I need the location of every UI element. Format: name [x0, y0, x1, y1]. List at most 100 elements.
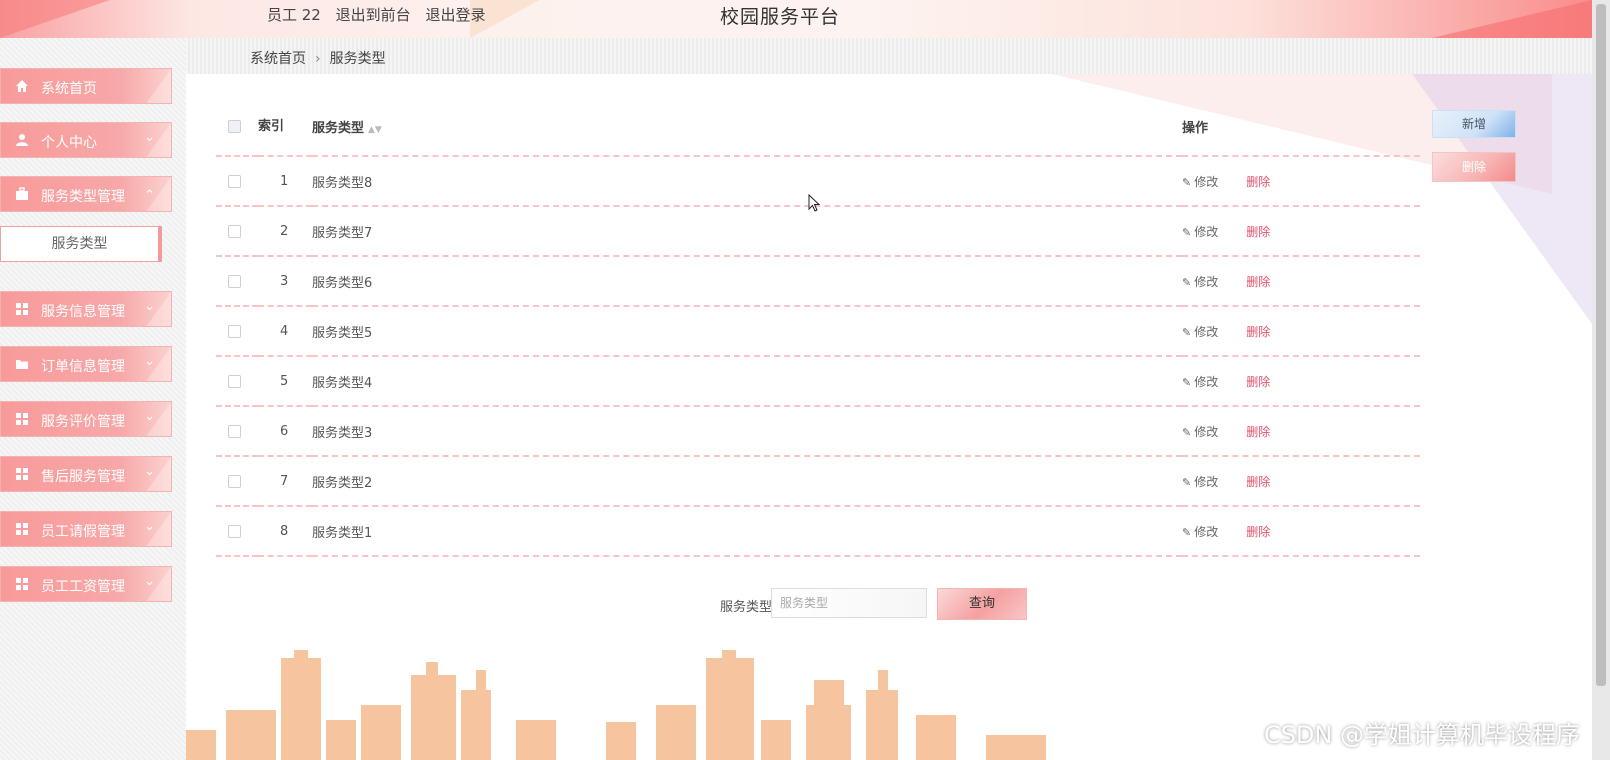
edit-button-label: 修改	[1194, 524, 1219, 539]
row-service-type-name: 服务类型4	[312, 375, 373, 391]
top-header: 员工 22 退出到前台 退出登录 校园服务平台	[0, 0, 1592, 38]
delete-button[interactable]: 删除	[1246, 525, 1270, 539]
row-index: 1	[280, 173, 289, 189]
edit-button-label: 修改	[1194, 274, 1219, 289]
grid-icon	[15, 412, 29, 426]
edit-button[interactable]: ✎ 修改	[1182, 325, 1218, 339]
home-icon	[15, 79, 29, 93]
column-header-seq: 索引	[258, 118, 285, 134]
sidebar-item-service-info-mgmt[interactable]: 服务信息管理 ⌄	[0, 291, 172, 327]
row-actions: ✎ 修改 删除	[1182, 306, 1420, 356]
row-service-type-name: 服务类型3	[312, 425, 373, 441]
row-index: 4	[280, 323, 289, 339]
edit-button[interactable]: ✎ 修改	[1182, 375, 1218, 389]
sidebar-item-label: 员工工资管理	[41, 579, 125, 595]
service-type-table-wrap: 索引 服务类型 ▲▼ 操作 1 服务类型8 ✎ 修改 删除 2 服务类型7 ✎ 修改 删除 3 服务类型…	[216, 98, 1420, 557]
add-button[interactable]: 新增	[1432, 110, 1516, 138]
delete-button[interactable]: 删除	[1246, 325, 1270, 339]
header-decoration	[1432, 0, 1592, 38]
row-select-cell	[216, 306, 258, 356]
service-type-search-input[interactable]	[771, 588, 927, 618]
row-select-cell	[216, 206, 258, 256]
row-actions: ✎ 修改 删除	[1182, 156, 1420, 206]
edit-button-label: 修改	[1194, 224, 1219, 239]
sidebar-item-profile[interactable]: 个人中心 ⌄	[0, 122, 172, 158]
row-checkbox[interactable]	[228, 424, 241, 438]
row-index: 5	[280, 373, 289, 389]
row-checkbox[interactable]	[228, 324, 241, 338]
select-all-cell	[216, 98, 258, 156]
chevron-down-icon: ⌄	[144, 299, 155, 314]
delete-button[interactable]: 删除	[1246, 275, 1270, 289]
chevron-down-icon: ⌄	[144, 409, 155, 424]
row-actions: ✎ 修改 删除	[1182, 456, 1420, 506]
row-index: 8	[280, 523, 289, 539]
search-label: 服务类型	[720, 600, 773, 615]
edit-button[interactable]: ✎ 修改	[1182, 175, 1218, 189]
grid-icon	[15, 467, 29, 481]
current-user-label: 员工 22	[267, 6, 321, 24]
select-all-checkbox[interactable]	[228, 120, 241, 133]
sidebar-item-service-review-mgmt[interactable]: 服务评价管理 ⌄	[0, 401, 172, 437]
row-checkbox[interactable]	[228, 524, 241, 538]
edit-button[interactable]: ✎ 修改	[1182, 425, 1218, 439]
logout-link[interactable]: 退出登录	[425, 6, 485, 24]
search-button[interactable]: 查询	[937, 588, 1027, 620]
briefcase-icon	[15, 187, 29, 201]
row-actions: ✎ 修改 删除	[1182, 356, 1420, 406]
user-icon	[15, 133, 29, 147]
row-select-cell	[216, 506, 258, 556]
delete-button[interactable]: 删除	[1246, 175, 1270, 189]
batch-delete-button[interactable]: 删除	[1432, 152, 1516, 182]
edit-button-label: 修改	[1194, 424, 1219, 439]
delete-button[interactable]: 删除	[1246, 475, 1270, 489]
go-to-front-link[interactable]: 退出到前台	[336, 6, 411, 24]
delete-button[interactable]: 删除	[1246, 375, 1270, 389]
sidebar-subitem-service-type[interactable]: 服务类型	[0, 226, 162, 262]
edit-icon: ✎	[1182, 225, 1192, 239]
chevron-down-icon: ⌄	[144, 354, 155, 369]
row-index: 2	[280, 223, 289, 239]
edit-button-label: 修改	[1194, 174, 1219, 189]
sidebar-item-staff-leave-mgmt[interactable]: 员工请假管理 ⌄	[0, 511, 172, 547]
edit-button[interactable]: ✎ 修改	[1182, 225, 1218, 239]
row-select-cell	[216, 456, 258, 506]
row-checkbox[interactable]	[228, 274, 241, 288]
row-select-cell	[216, 356, 258, 406]
edit-button[interactable]: ✎ 修改	[1182, 475, 1218, 489]
mouse-cursor-icon	[808, 194, 820, 212]
edit-button-label: 修改	[1194, 474, 1219, 489]
sidebar-item-after-sales-mgmt[interactable]: 售后服务管理 ⌄	[0, 456, 172, 492]
scrollbar-thumb[interactable]	[1596, 4, 1606, 686]
row-checkbox[interactable]	[228, 224, 241, 238]
row-checkbox[interactable]	[228, 174, 241, 188]
row-checkbox[interactable]	[228, 374, 241, 388]
breadcrumb-home[interactable]: 系统首页	[250, 51, 306, 67]
folder-icon	[15, 357, 29, 371]
delete-button[interactable]: 删除	[1246, 425, 1270, 439]
edit-icon: ✎	[1182, 475, 1192, 489]
breadcrumb: 系统首页 › 服务类型	[250, 48, 386, 68]
row-select-cell	[216, 156, 258, 206]
chevron-up-icon: ⌃	[144, 188, 155, 203]
vertical-scrollbar[interactable]	[1592, 0, 1610, 760]
sidebar-item-label: 订单信息管理	[41, 359, 125, 375]
table-header-row: 索引 服务类型 ▲▼ 操作	[216, 98, 1420, 156]
edit-button[interactable]: ✎ 修改	[1182, 275, 1218, 289]
row-service-type-name: 服务类型7	[312, 225, 373, 241]
sort-icon[interactable]: ▲▼	[368, 125, 382, 135]
sidebar-item-staff-salary-mgmt[interactable]: 员工工资管理 ⌄	[0, 566, 172, 602]
main-content: 索引 服务类型 ▲▼ 操作 1 服务类型8 ✎ 修改 删除 2 服务类型7 ✎ 修改 删除 3 服务类型…	[186, 74, 1592, 760]
sidebar-item-label: 服务信息管理	[41, 304, 125, 320]
sidebar-item-service-type-mgmt[interactable]: 服务类型管理 ⌃	[0, 176, 172, 212]
table-row: 7 服务类型2 ✎ 修改 删除	[216, 456, 1420, 506]
chevron-down-icon: ⌄	[144, 130, 155, 145]
edit-icon: ✎	[1182, 425, 1192, 439]
row-checkbox[interactable]	[228, 474, 241, 488]
table-row: 6 服务类型3 ✎ 修改 删除	[216, 406, 1420, 456]
chevron-down-icon: ⌄	[144, 574, 155, 589]
sidebar-item-order-info-mgmt[interactable]: 订单信息管理 ⌄	[0, 346, 172, 382]
edit-button[interactable]: ✎ 修改	[1182, 525, 1218, 539]
delete-button[interactable]: 删除	[1246, 225, 1270, 239]
sidebar-item-home[interactable]: 系统首页	[0, 68, 172, 104]
